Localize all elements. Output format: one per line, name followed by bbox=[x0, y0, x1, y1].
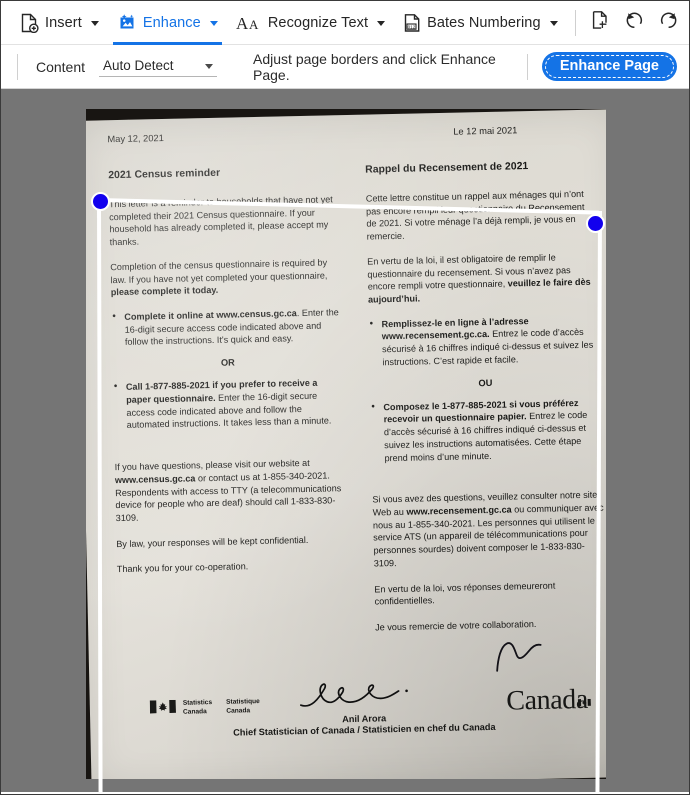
english-paragraph-5: Thank you for your co-operation. bbox=[116, 561, 249, 575]
canada-flag-icon bbox=[149, 699, 176, 719]
date-french: Le 12 mai 2021 bbox=[453, 125, 518, 137]
rotate-clockwise-button[interactable] bbox=[652, 3, 686, 43]
bates-numbering-icon: 012 bbox=[403, 13, 421, 33]
department-name-french: Statistique Canada bbox=[226, 698, 260, 715]
toolbar-item-enhance[interactable]: Enhance bbox=[108, 1, 227, 45]
chevron-down-icon bbox=[90, 21, 99, 26]
canada-wordmark-text: Canada bbox=[505, 683, 589, 717]
department-name-english: Statistics Canada bbox=[182, 699, 213, 716]
insert-page-icon bbox=[20, 13, 39, 33]
svg-text:A: A bbox=[236, 14, 249, 32]
french-bullet-phone: Composez le 1-877-885-2021 si vous préfé… bbox=[370, 396, 602, 465]
date-english: May 12, 2021 bbox=[107, 133, 164, 145]
enhance-hint-text: Adjust page borders and click Enhance Pa… bbox=[253, 50, 496, 83]
rotate-clockwise-icon bbox=[658, 10, 679, 35]
department-wordmark: Statistics Canada Statistique Canada bbox=[183, 698, 260, 716]
english-bullet-list-2: Call 1-877-885-2021 if you prefer to rec… bbox=[113, 376, 345, 432]
recognize-text-icon: A A bbox=[236, 14, 262, 32]
date-row: May 12, 2021 Le 12 mai 2021 bbox=[107, 124, 595, 145]
french-bullet-list: Remplissez-le en ligne à l’adresse www.r… bbox=[368, 313, 600, 369]
svg-text:012: 012 bbox=[408, 24, 416, 29]
toolbar-item-recognize-text[interactable]: A A Recognize Text bbox=[227, 1, 394, 45]
crop-page-icon bbox=[591, 10, 610, 35]
toolbar-item-bates-numbering[interactable]: 012 Bates Numbering bbox=[394, 1, 567, 45]
english-paragraph-2-bold: please complete it today. bbox=[110, 285, 219, 298]
statistics-canada-signature: Statistics Canada Statistique Canada bbox=[149, 698, 260, 719]
letter-content: May 12, 2021 Le 12 mai 2021 2021 Census … bbox=[107, 124, 606, 740]
toolbar-item-bates-numbering-label: Bates Numbering bbox=[427, 14, 541, 31]
toolbar-item-recognize-text-label: Recognize Text bbox=[267, 14, 369, 31]
enhance-image-icon bbox=[117, 13, 137, 33]
french-heading: Rappel du Recensement de 2021 bbox=[365, 161, 529, 176]
rotate-counterclockwise-icon bbox=[624, 10, 645, 35]
toolbar-item-enhance-label: Enhance bbox=[142, 14, 201, 31]
enhance-options-bar: Content Auto Detect Adjust page borders … bbox=[1, 45, 689, 89]
chevron-down-icon bbox=[377, 21, 386, 26]
svg-text:A: A bbox=[249, 17, 259, 32]
content-dropdown[interactable]: Auto Detect bbox=[99, 56, 218, 77]
french-paragraph-3: Si vous avez des questions, veuillez con… bbox=[372, 489, 604, 569]
french-paragraph-2: En vertu de la loi, il est obligatoire d… bbox=[367, 252, 591, 305]
english-tail: If you have questions, please visit our … bbox=[114, 456, 347, 576]
chevron-down-icon bbox=[205, 64, 214, 69]
english-heading: 2021 Census reminder bbox=[108, 167, 221, 182]
french-bullet-online: Remplissez-le en ligne à l’adresse www.r… bbox=[368, 313, 600, 369]
chevron-down-icon bbox=[209, 21, 218, 26]
english-paragraph-3: If you have questions, please visit our … bbox=[114, 457, 342, 524]
two-column-body: 2021 Census reminder This letter is a re… bbox=[108, 160, 606, 653]
french-paragraph-5: Je vous remercie de votre collaboration. bbox=[375, 618, 537, 633]
pen-scribble-icon bbox=[490, 638, 545, 680]
toolbar-item-insert-label: Insert bbox=[45, 14, 82, 31]
document-canvas[interactable]: May 12, 2021 Le 12 mai 2021 2021 Census … bbox=[1, 89, 689, 792]
options-divider-left bbox=[17, 53, 18, 80]
english-bullet-list: Complete it online at www.census.gc.ca. … bbox=[111, 306, 343, 349]
english-column: 2021 Census reminder This letter is a re… bbox=[108, 165, 349, 653]
toolbar-item-insert[interactable]: Insert bbox=[11, 1, 108, 45]
french-bullet-list-2: Composez le 1-877-885-2021 si vous préfé… bbox=[370, 396, 602, 465]
rotate-counterclockwise-button[interactable] bbox=[618, 3, 652, 43]
enhance-scan-window: Insert Enhance A A Recognize Text 012 Ba… bbox=[0, 0, 690, 795]
crop-page-button[interactable] bbox=[584, 3, 618, 43]
french-or-divider: OU bbox=[478, 377, 493, 388]
canada-wordmark-flag-icon bbox=[577, 684, 591, 712]
french-column: Rappel du Recensement de 2021 Cette lett… bbox=[365, 160, 606, 648]
english-bullet-online: Complete it online at www.census.gc.ca. … bbox=[111, 306, 343, 349]
english-paragraph-4: By law, your responses will be kept conf… bbox=[116, 534, 309, 549]
enhance-page-button[interactable]: Enhance Page bbox=[541, 52, 677, 81]
french-paragraph-4: En vertu de la loi, vos réponses demeure… bbox=[374, 580, 556, 607]
english-or-divider: OR bbox=[220, 357, 235, 368]
toolbar-divider bbox=[574, 9, 576, 36]
chevron-down-icon bbox=[549, 21, 558, 26]
main-toolbar: Insert Enhance A A Recognize Text 012 Ba… bbox=[1, 1, 689, 45]
french-paragraph-1: Cette lettre constitue un rappel aux mén… bbox=[365, 188, 585, 242]
crop-handle-top-left[interactable] bbox=[91, 192, 110, 211]
crop-handle-top-right[interactable] bbox=[586, 214, 605, 233]
english-paragraph-2: Completion of the census questionnaire i… bbox=[110, 257, 328, 298]
french-tail: Si vous avez des questions, veuillez con… bbox=[372, 489, 606, 634]
canada-wordmark: Canada bbox=[505, 683, 591, 717]
options-divider-right bbox=[526, 53, 528, 80]
content-dropdown-value: Auto Detect bbox=[103, 58, 174, 73]
content-label: Content bbox=[35, 58, 86, 75]
english-bullet-phone: Call 1-877-885-2021 if you prefer to rec… bbox=[113, 376, 345, 432]
enhance-page-button-label: Enhance Page bbox=[559, 58, 659, 74]
